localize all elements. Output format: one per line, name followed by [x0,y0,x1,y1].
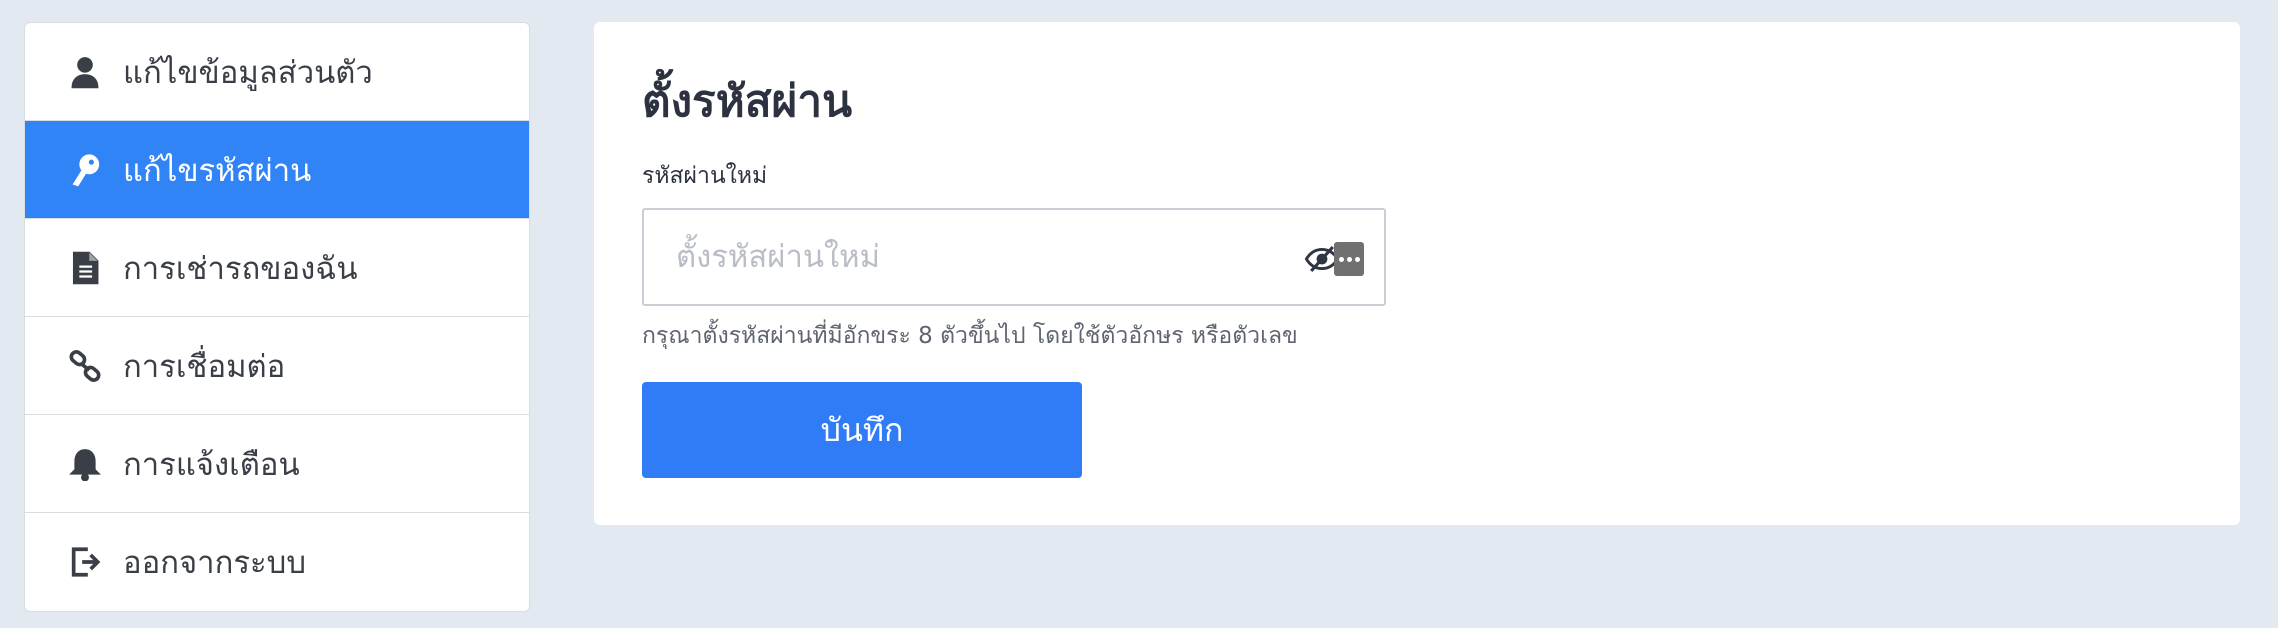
password-helper-text: กรุณาตั้งรหัสผ่านที่มีอักขระ 8 ตัวขึ้นไป… [642,323,1298,349]
sidebar-item-label: แก้ไขรหัสผ่าน [123,152,312,189]
sidebar-item-label: แก้ไขข้อมูลส่วนตัว [123,54,373,91]
sidebar-item-notifications[interactable]: การแจ้งเตือน [25,415,529,513]
toggle-password-visibility[interactable] [1304,242,1370,276]
sidebar-item-my-rentals[interactable]: การเช่ารถของฉัน [25,219,529,317]
sidebar-item-label: การเช่ารถของฉัน [123,250,358,287]
sidebar-item-edit-password[interactable]: แก้ไขรหัสผ่าน [25,121,529,219]
link-icon [67,348,103,384]
sign-out-icon [67,544,103,580]
new-password-input[interactable] [644,210,1384,304]
new-password-field [642,208,1386,306]
change-password-panel: ตั้งรหัสผ่าน รหัสผ่านใหม่ กรุณาตั้งรหัสผ… [594,22,2240,525]
bell-icon [67,446,103,482]
key-icon [67,152,103,188]
account-sidebar: แก้ไขข้อมูลส่วนตัว แก้ไขรหัสผ่าน การเช่า… [24,22,530,612]
sidebar-item-label: ออกจากระบบ [123,545,307,581]
sidebar-item-label: การแจ้งเตือน [123,446,300,483]
save-button[interactable]: บันทึก [642,382,1082,478]
document-icon [67,250,103,286]
new-password-label: รหัสผ่านใหม่ [642,163,768,189]
sidebar-item-connections[interactable]: การเชื่อมต่อ [25,317,529,415]
sidebar-item-label: การเชื่อมต่อ [123,348,286,385]
user-icon [67,54,103,90]
password-manager-icon[interactable] [1334,242,1364,276]
sidebar-item-edit-profile[interactable]: แก้ไขข้อมูลส่วนตัว [25,23,529,121]
sidebar-item-logout[interactable]: ออกจากระบบ [25,513,529,611]
page-title: ตั้งรหัสผ่าน [642,76,853,127]
